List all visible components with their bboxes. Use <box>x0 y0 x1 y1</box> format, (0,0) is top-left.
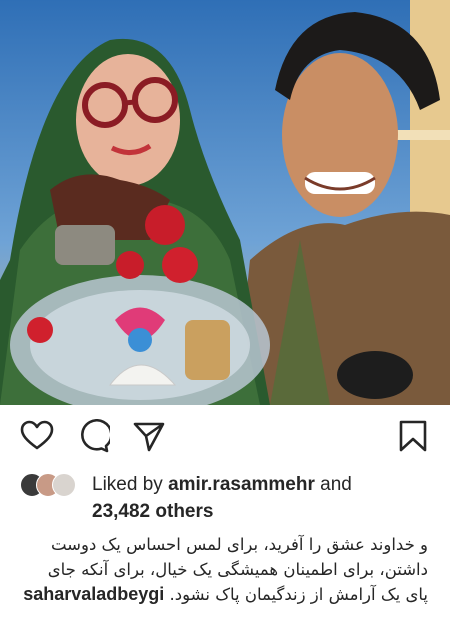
comment-icon[interactable] <box>76 419 110 453</box>
liked-by-conjunction: and <box>320 474 352 495</box>
heart-icon[interactable] <box>20 419 54 453</box>
caption-body: و خداوند عشق را آفرید، برای لمس احساس یک… <box>23 535 428 604</box>
liked-by-prefix: Liked by <box>92 474 163 495</box>
liked-by-text: Liked by amir.rasammehr and <box>92 473 352 497</box>
post-photo[interactable] <box>0 0 450 405</box>
caption-username-link[interactable]: saharvaladbeygi <box>23 584 164 604</box>
bookmark-icon[interactable] <box>396 419 430 453</box>
post-caption: و خداوند عشق را آفرید، برای لمس احساس یک… <box>0 525 450 633</box>
likes-others-link[interactable]: 23,482 others <box>92 500 213 524</box>
liker-avatars <box>20 473 84 499</box>
post-image <box>0 0 450 405</box>
liked-by-user-link[interactable]: amir.rasammehr <box>168 474 315 495</box>
likes-section: Liked by amir.rasammehr and 23,482 other… <box>0 467 450 525</box>
paper-plane-icon[interactable] <box>132 419 166 453</box>
avatar[interactable] <box>52 473 76 497</box>
action-bar <box>0 405 450 467</box>
